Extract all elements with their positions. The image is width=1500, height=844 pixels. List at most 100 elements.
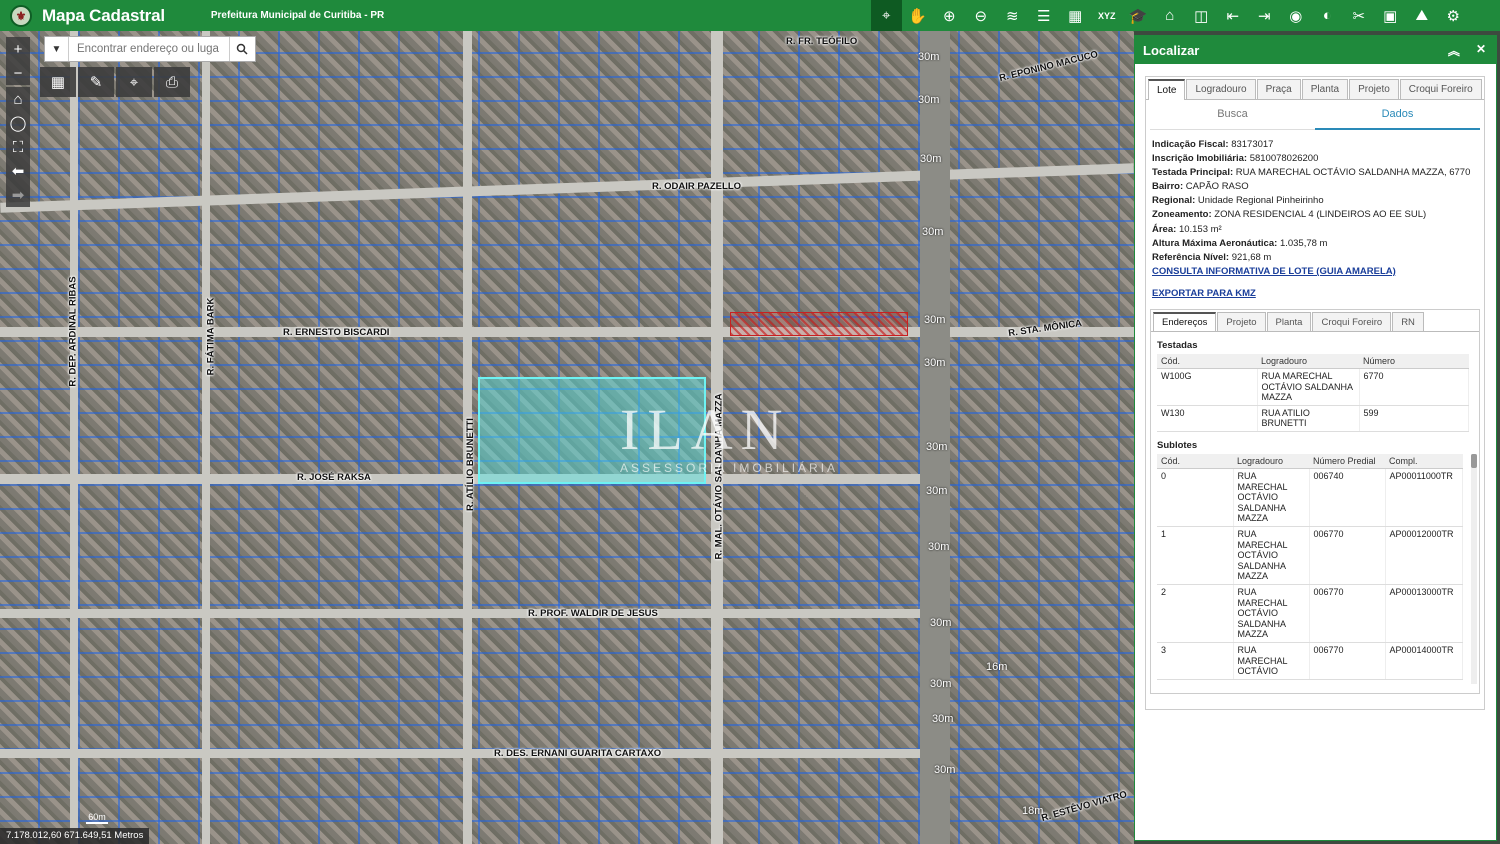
field-label: Bairro: — [1152, 181, 1184, 193]
guia-amarela-link[interactable]: CONSULTA INFORMATIVA DE LOTE (GUIA AMARE… — [1152, 265, 1478, 279]
table-row: W100G RUA MARECHAL OCTÁVIO SALDANHA MAZZ… — [1157, 368, 1469, 406]
distance-label: 30m — [918, 94, 940, 106]
draw-icon[interactable]: ✎ — [78, 67, 114, 97]
app-subtitle: Prefeitura Municipal de Curitiba - PR — [210, 10, 385, 21]
export-kmz-link[interactable]: EXPORTAR PARA KMZ — [1152, 287, 1478, 301]
settings-icon[interactable]: ⚙ — [1438, 0, 1470, 31]
back-icon[interactable]: ⬅ — [6, 159, 30, 183]
collapse-icon[interactable]: ︽ — [1448, 42, 1460, 59]
table-row: 0 RUA MARECHAL OCTÁVIO SALDANHA MAZZA 00… — [1157, 468, 1463, 527]
basemap-icon[interactable]: ▦ — [1060, 0, 1092, 31]
layers-icon[interactable]: ≋ — [997, 0, 1029, 31]
road-label: R. FR. TEÓFILO — [786, 36, 858, 47]
export-icon[interactable]: ⇥ — [1249, 0, 1281, 31]
table-row: 3 RUA MARECHAL OCTÁVIO 006770 AP00014000… — [1157, 642, 1463, 680]
road-label: R. PROF. WALDIR DE JESUS — [528, 608, 658, 619]
field-value: CAPÃO RASO — [1185, 181, 1249, 193]
zoom-in-button[interactable]: + — [6, 37, 30, 61]
zoom-out-icon[interactable]: ⊖ — [965, 0, 997, 31]
table-cell: RUA ATILIO BRUNETTI — [1257, 405, 1360, 433]
road-label: R. ERNESTO BISCARDI — [283, 327, 390, 338]
search-icon[interactable] — [229, 37, 253, 61]
tab-projeto[interactable]: Projeto — [1349, 79, 1399, 99]
field-value: 1.035,78 m — [1279, 237, 1328, 249]
field-label: Zoneamento: — [1152, 209, 1212, 221]
distance-label: 30m — [928, 541, 950, 553]
education-icon[interactable]: 🎓 — [1123, 0, 1155, 31]
scrollbar[interactable] — [1471, 454, 1477, 684]
measure-tools-icon[interactable]: ✂ — [1343, 0, 1375, 31]
column-header: Número Predial — [1309, 454, 1385, 469]
map-tools: ▦ ✎ ⌖ ⎙ — [40, 67, 190, 97]
table-cell: AP00014000TR — [1385, 642, 1463, 680]
scale-bar: 60m — [86, 812, 108, 824]
distance-label: 30m — [934, 764, 956, 776]
tab-rn[interactable]: RN — [1392, 312, 1424, 332]
select-icon[interactable]: ⌖ — [116, 67, 152, 97]
grid-view-icon[interactable]: ▦ — [40, 67, 76, 97]
tab-lote[interactable]: Lote — [1148, 79, 1186, 100]
pan-icon[interactable]: ✋ — [902, 0, 934, 31]
search-input[interactable] — [69, 38, 229, 60]
distance-label: 30m — [918, 51, 940, 63]
table-cell: RUA MARECHAL OCTÁVIO SALDANHA MAZZA — [1233, 584, 1310, 643]
import-icon[interactable]: ⇤ — [1217, 0, 1249, 31]
tab-croqui-detail[interactable]: Croqui Foreiro — [1312, 312, 1392, 332]
table-cell: 599 — [1359, 405, 1469, 433]
tab-dados[interactable]: Dados — [1315, 108, 1480, 130]
profile-icon[interactable]: ⛰ — [1406, 0, 1438, 31]
road-label: R. FÁTIMA BARK — [205, 297, 217, 376]
tab-enderecos[interactable]: Endereços — [1153, 312, 1217, 332]
buildings-icon[interactable]: ⌂ — [1154, 0, 1186, 31]
field-value: 5810078026200 — [1249, 153, 1319, 165]
table-row: W130 RUA ATILIO BRUNETTI 599 — [1157, 405, 1469, 433]
distance-label: 18m — [1022, 805, 1044, 817]
tab-planta[interactable]: Planta — [1301, 79, 1349, 99]
fullscreen-icon[interactable]: ⛶ — [6, 135, 30, 159]
tab-busca[interactable]: Busca — [1150, 108, 1315, 130]
field-row: Bairro: CAPÃO RASO — [1152, 180, 1478, 194]
tab-croqui-foreiro[interactable]: Croqui Foreiro — [1399, 79, 1482, 99]
home-icon[interactable]: ⌂ — [6, 87, 30, 111]
table-cell: AP00012000TR — [1385, 526, 1463, 585]
identify-icon[interactable]: ⌖ — [870, 0, 902, 31]
distance-label: 30m — [926, 485, 948, 497]
globe-icon[interactable]: ◐ — [1312, 0, 1344, 31]
tab-planta-detail[interactable]: Planta — [1266, 312, 1312, 332]
target-icon[interactable]: ◉ — [1280, 0, 1312, 31]
tab-projeto-detail[interactable]: Projeto — [1217, 312, 1266, 332]
table-cell: RUA MARECHAL OCTÁVIO — [1233, 642, 1310, 680]
map-view[interactable]: R. FR. TEÓFILO R. EPONINO MACUCO R. ODAI… — [0, 31, 1134, 844]
zoom-in-icon[interactable]: ⊕ — [934, 0, 966, 31]
distance-label: 30m — [924, 314, 946, 326]
compare-icon[interactable]: ◫ — [1186, 0, 1218, 31]
print-icon[interactable]: ⎙ — [154, 67, 190, 97]
field-label: Referência Nível: — [1152, 251, 1230, 263]
overlay-icon[interactable]: ▣ — [1375, 0, 1407, 31]
sublotes-scroll[interactable]: Cód. Logradouro Número Predial Compl. 0 … — [1151, 454, 1479, 684]
close-icon[interactable]: ✕ — [1476, 42, 1486, 59]
details-tabs-box: Endereços Projeto Planta Croqui Foreiro … — [1150, 309, 1480, 695]
field-value: 10.153 m² — [1178, 223, 1222, 235]
coordinates-icon[interactable]: XYZ — [1091, 0, 1123, 31]
legend-icon[interactable]: ☰ — [1028, 0, 1060, 31]
field-label: Inscrição Imobiliária: — [1152, 153, 1248, 165]
forward-icon[interactable]: ➡ — [6, 183, 30, 207]
table-cell: 006770 — [1309, 584, 1386, 643]
field-row: Altura Máxima Aeronáutica: 1.035,78 m — [1152, 237, 1478, 251]
table-cell: AP00011000TR — [1385, 468, 1463, 527]
field-value: 83173017 — [1231, 139, 1274, 150]
table-cell: 1 — [1157, 526, 1234, 585]
scrollbar-thumb[interactable] — [1471, 454, 1477, 468]
tab-praca[interactable]: Praça — [1256, 79, 1301, 99]
locate-icon[interactable]: ◯ — [6, 111, 30, 135]
distance-label: 30m — [920, 153, 942, 165]
road-label: R. DEP. ARDINAL RIBAS — [67, 276, 79, 387]
watermark-subtitle: ASSESSORIA IMOBILIÁRIA — [620, 461, 839, 475]
panel-title: Localizar — [1143, 42, 1200, 58]
nav-control: ⌂ ◯ ⛶ ⬅ ➡ — [6, 87, 30, 207]
zoom-out-button[interactable]: − — [6, 61, 30, 85]
tab-logradouro[interactable]: Logradouro — [1186, 79, 1256, 99]
field-value: Unidade Regional Pinheirinho — [1197, 195, 1324, 207]
search-source-dropdown[interactable]: ▼ — [45, 37, 69, 61]
